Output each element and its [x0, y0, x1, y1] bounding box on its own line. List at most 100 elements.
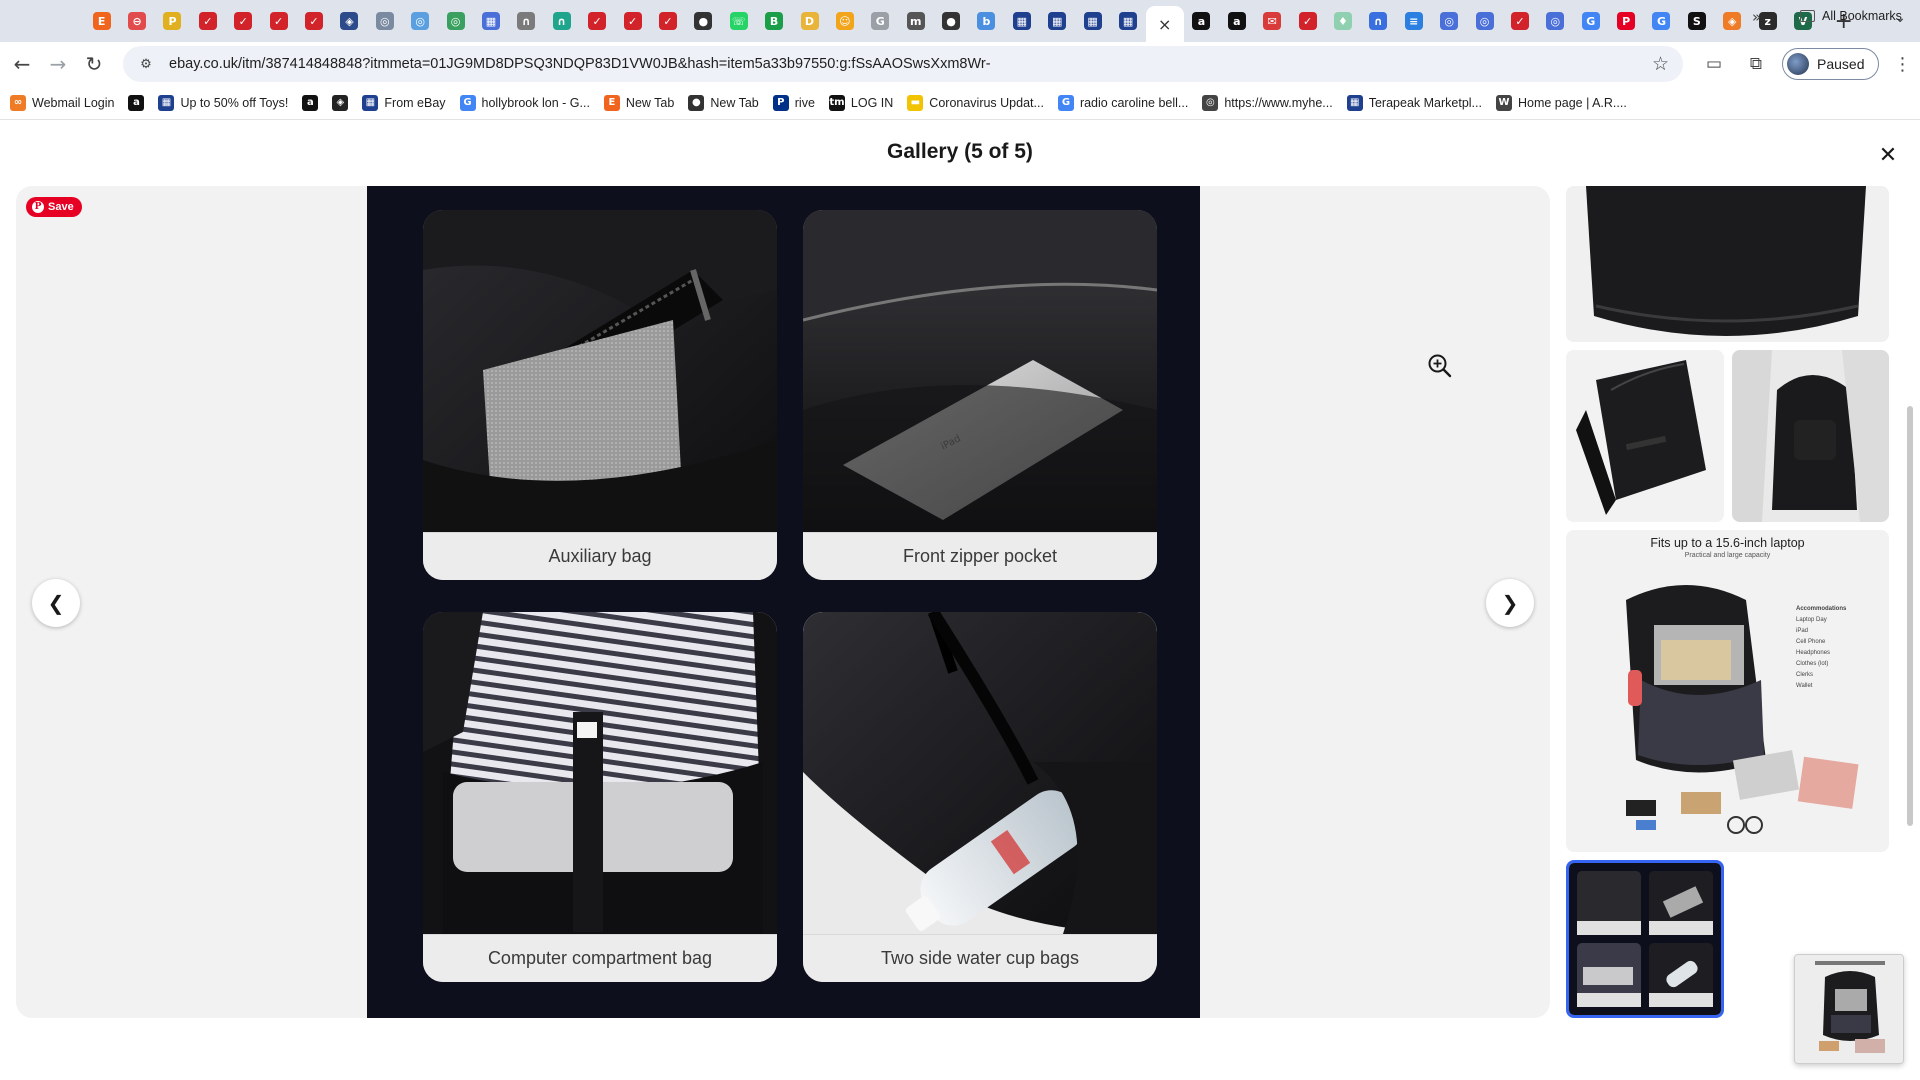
browser-tab[interactable]: G [1573, 0, 1608, 42]
browser-tab[interactable]: P [1608, 0, 1643, 42]
browser-tab[interactable]: ☺ [827, 0, 862, 42]
main-product-image[interactable]: Auxiliary bag iPad Front zipper p [367, 186, 1200, 1018]
browser-tab[interactable]: ◎ [367, 0, 402, 42]
browser-tab[interactable]: ∩ [509, 0, 544, 42]
reload-icon[interactable]: ↻ [76, 46, 112, 82]
browser-tab[interactable]: ⊖ [119, 0, 154, 42]
news-icon: ▬ [907, 94, 924, 111]
browser-tab[interactable]: ▦ [473, 0, 508, 42]
browser-tab[interactable]: b [969, 0, 1004, 42]
bookmark-item[interactable]: a [128, 94, 145, 111]
forward-arrow-icon[interactable]: → [40, 46, 76, 82]
address-bar[interactable]: ⚙ ebay.co.uk/itm/387414848848?itmmeta=01… [123, 46, 1683, 82]
bookmark-item[interactable]: ▦ From eBay [362, 94, 446, 111]
browser-tab[interactable]: ✓ [296, 0, 331, 42]
browser-tab[interactable]: ♦ [1325, 0, 1360, 42]
browser-tab[interactable]: S [1679, 0, 1714, 42]
browser-tab[interactable]: ∩ [1361, 0, 1396, 42]
bookmark-item[interactable]: ● New Tab [688, 94, 759, 111]
browser-tab[interactable]: ◎ [1538, 0, 1573, 42]
browser-tab[interactable]: ✓ [226, 0, 261, 42]
swoosh-icon: ✓ [305, 12, 324, 30]
browser-tab[interactable]: ◎ [1467, 0, 1502, 42]
extensions-icon[interactable]: ⧉ [1740, 46, 1772, 82]
browser-tab[interactable]: a [1219, 0, 1254, 42]
bookmark-item[interactable]: Prive [772, 94, 815, 111]
arch-icon: ∩ [552, 12, 571, 30]
previous-image-button[interactable]: ❮ [32, 579, 80, 627]
browser-tab[interactable]: ✓ [650, 0, 685, 42]
browser-tab[interactable]: ✉ [1255, 0, 1290, 42]
browser-tab[interactable]: ≡ [1396, 0, 1431, 42]
browser-tab[interactable]: ☏ [721, 0, 756, 42]
thumbnail-1[interactable] [1566, 186, 1889, 342]
browser-tab[interactable]: ◎ [1431, 0, 1466, 42]
browser-tab[interactable]: D [792, 0, 827, 42]
bookmark-item[interactable]: W Home page | A.R.... [1495, 94, 1627, 111]
thumbnail-scrollbar[interactable] [1906, 186, 1914, 1018]
browser-tab[interactable]: ▦ [1075, 0, 1110, 42]
pinterest-icon: P [32, 201, 44, 213]
bookmark-star-icon[interactable]: ☆ [1652, 53, 1669, 75]
bookmark-item[interactable]: ◎ https://www.myhe... [1202, 94, 1333, 111]
google-icon: G [459, 94, 476, 111]
bookmark-item[interactable]: ▬ Coronavirus Updat... [907, 94, 1044, 111]
bookmark-item[interactable]: ∞ Webmail Login [10, 94, 114, 111]
thumbnail-5-selected[interactable] [1566, 860, 1724, 1018]
close-icon[interactable]: ✕ [1872, 142, 1904, 168]
browser-tab[interactable]: ◈ [1715, 0, 1750, 42]
zoom-in-icon[interactable] [1426, 352, 1454, 380]
browser-tab[interactable]: ✓ [1502, 0, 1537, 42]
bookmark-item[interactable]: a [302, 94, 319, 111]
browser-tab[interactable]: ▦ [1040, 0, 1075, 42]
browser-tab[interactable]: E [84, 0, 119, 42]
browser-tab[interactable]: ◈ [332, 0, 367, 42]
bookmark-item[interactable]: ▦ Terapeak Marketpl... [1346, 94, 1482, 111]
browser-tab[interactable]: G [863, 0, 898, 42]
all-bookmarks-button[interactable]: All Bookmarks [1800, 9, 1902, 23]
bookmark-item[interactable]: tm LOG IN [828, 94, 893, 111]
browser-tab[interactable]: ● [933, 0, 968, 42]
cast-icon[interactable]: ▭ [1698, 46, 1730, 82]
menu-kebab-icon[interactable]: ⋮ [1893, 54, 1911, 75]
browser-tab[interactable]: ◎ [403, 0, 438, 42]
browser-tab[interactable]: m [898, 0, 933, 42]
active-tab[interactable]: × [1145, 6, 1184, 42]
thumbnail-2[interactable] [1566, 350, 1724, 522]
back-arrow-icon[interactable]: ← [4, 46, 40, 82]
profile-button[interactable]: Paused [1782, 48, 1880, 80]
etsy-icon: E [603, 94, 620, 111]
bookmarks-overflow-icon[interactable]: » [1752, 8, 1761, 26]
scrollbar-thumb[interactable] [1907, 406, 1913, 826]
thumbnail-4[interactable]: Fits up to a 15.6-inch laptop Practical … [1566, 530, 1889, 852]
m-icon: m [906, 12, 925, 30]
browser-tab[interactable]: ▦ [1110, 0, 1145, 42]
bookmark-item[interactable]: Gradio caroline bell... [1057, 94, 1188, 111]
pinterest-save-button[interactable]: P Save [26, 197, 82, 217]
browser-tab[interactable]: ✓ [261, 0, 296, 42]
caption-water-cup-bags: Two side water cup bags [803, 934, 1157, 982]
bookmark-item[interactable]: ◈ [332, 94, 349, 111]
browser-tab[interactable]: P [155, 0, 190, 42]
browser-tab[interactable]: ∩ [544, 0, 579, 42]
browser-tab[interactable]: ● [686, 0, 721, 42]
floating-preview-image[interactable] [1794, 954, 1904, 1064]
browser-tab[interactable]: ✓ [1290, 0, 1325, 42]
bookmark-item[interactable]: Ghollybrook lon - G... [459, 94, 590, 111]
thumbnail-3[interactable] [1732, 350, 1889, 522]
tab-close-icon[interactable]: × [1158, 15, 1171, 34]
browser-tab[interactable]: G [1644, 0, 1679, 42]
browser-tab[interactable]: ◎ [438, 0, 473, 42]
browser-tab[interactable]: ✓ [190, 0, 225, 42]
bookmark-item[interactable]: E New Tab [603, 94, 674, 111]
browser-tab[interactable]: B [756, 0, 791, 42]
checklist-item: Laptop Day [1796, 617, 1827, 623]
next-image-button[interactable]: ❯ [1486, 579, 1534, 627]
browser-tab[interactable]: ▦ [1004, 0, 1039, 42]
browser-tab[interactable]: ✓ [615, 0, 650, 42]
browser-tab[interactable]: a [1184, 0, 1219, 42]
site-info-icon[interactable]: ⚙ [135, 53, 157, 75]
browser-tab[interactable]: ✓ [579, 0, 614, 42]
url-text[interactable]: ebay.co.uk/itm/387414848848?itmmeta=01JG… [169, 56, 991, 72]
bookmark-item[interactable]: ▦ Up to 50% off Toys! [158, 94, 288, 111]
